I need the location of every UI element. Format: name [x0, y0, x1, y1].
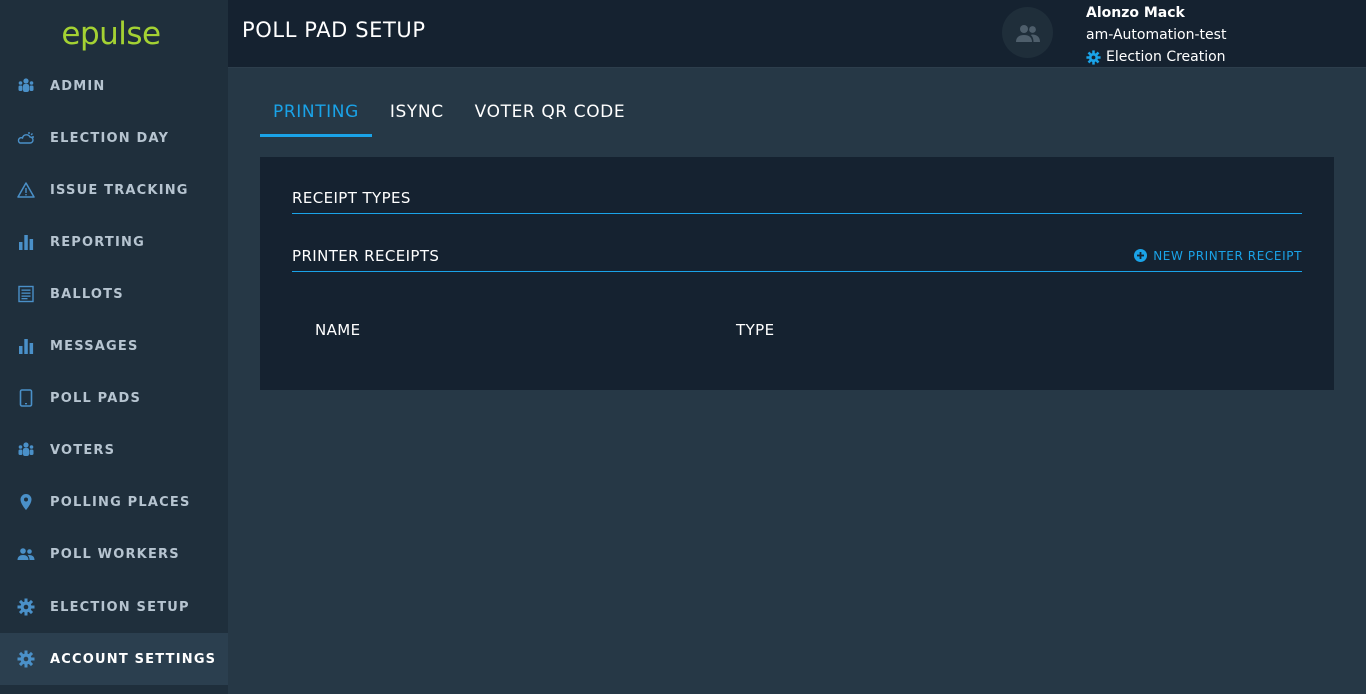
user-group-icon	[1015, 23, 1041, 43]
sidebar-item-poll-workers[interactable]: POLL WORKERS	[0, 528, 228, 580]
warning-icon	[17, 181, 35, 199]
user-role: Election Creation	[1086, 46, 1226, 68]
sidebar-item-issue-tracking[interactable]: ISSUE TRACKING	[0, 164, 228, 216]
people-icon	[17, 545, 35, 563]
sidebar-item-election-day[interactable]: ELECTION DAY	[0, 112, 228, 164]
sidebar-item-label: REPORTING	[50, 234, 145, 250]
gear-icon	[1086, 49, 1101, 65]
user-info[interactable]: Alonzo Mack am-Automation-test Election …	[1086, 2, 1226, 68]
top-header: POLL PAD SETUP Alonzo Mack am-Automation…	[228, 0, 1366, 68]
sidebar-item-label: ELECTION SETUP	[50, 599, 190, 615]
gear-icon	[17, 650, 35, 668]
map-pin-icon	[17, 493, 35, 511]
sidebar-item-label: ISSUE TRACKING	[50, 182, 189, 198]
sidebar-item-reporting[interactable]: REPORTING	[0, 216, 228, 268]
sidebar-item-label: ACCOUNT SETTINGS	[50, 651, 217, 667]
section-title: RECEIPT TYPES	[292, 188, 411, 207]
new-printer-receipt-label: NEW PRINTER RECEIPT	[1153, 248, 1302, 263]
sidebar-item-label: VOTERS	[50, 442, 116, 458]
new-printer-receipt-button[interactable]: NEW PRINTER RECEIPT	[1134, 249, 1302, 263]
user-role-label: Election Creation	[1106, 49, 1226, 65]
gear-icon	[17, 598, 35, 616]
tab-isync[interactable]: ISYNC	[377, 90, 457, 137]
users-icon	[17, 441, 35, 459]
sidebar-item-label: POLL PADS	[50, 390, 142, 406]
column-header-name[interactable]: NAME	[315, 321, 361, 339]
sidebar-item-account-settings[interactable]: ACCOUNT SETTINGS	[0, 633, 228, 685]
section-title: PRINTER RECEIPTS	[292, 246, 440, 265]
printer-receipts-section: PRINTER RECEIPTS NEW PRINTER RECEIPT	[292, 240, 1302, 272]
sidebar-item-election-setup[interactable]: ELECTION SETUP	[0, 581, 228, 633]
sidebar-item-label: ADMIN	[50, 78, 106, 94]
users-icon	[17, 77, 35, 95]
sidebar-item-messages[interactable]: MESSAGES	[0, 320, 228, 372]
sidebar-item-label: POLL WORKERS	[50, 546, 180, 562]
user-name: Alonzo Mack	[1086, 5, 1185, 21]
tablet-icon	[17, 389, 35, 407]
page-title: POLL PAD SETUP	[242, 18, 426, 42]
sidebar-item-voters[interactable]: VOTERS	[0, 424, 228, 476]
sidebar-item-label: MESSAGES	[50, 338, 139, 354]
sidebar-item-poll-pads[interactable]: POLL PADS	[0, 372, 228, 424]
sidebar: epulse ADMIN ELECTION DAY ISSUE TRACKING	[0, 0, 228, 694]
bar-chart-icon	[17, 337, 35, 355]
printing-panel: RECEIPT TYPES PRINTER RECEIPTS NEW PRINT…	[260, 157, 1334, 390]
tab-bar: PRINTING ISYNC VOTER QR CODE	[260, 90, 638, 137]
user-org: am-Automation-test	[1086, 27, 1227, 43]
avatar[interactable]	[1002, 7, 1053, 58]
sidebar-item-label: BALLOTS	[50, 286, 124, 302]
sidebar-item-ballots[interactable]: BALLOTS	[0, 268, 228, 320]
logo-text: epulse	[61, 16, 161, 52]
bar-chart-icon	[17, 233, 35, 251]
app: epulse ADMIN ELECTION DAY ISSUE TRACKING	[0, 0, 1366, 694]
receipt-types-section: RECEIPT TYPES	[292, 182, 1302, 214]
column-header-type[interactable]: TYPE	[736, 321, 774, 339]
sidebar-item-polling-places[interactable]: POLLING PLACES	[0, 476, 228, 528]
sidebar-item-label: ELECTION DAY	[50, 130, 170, 146]
tab-printing[interactable]: PRINTING	[260, 90, 372, 137]
sidebar-item-label: POLLING PLACES	[50, 494, 191, 510]
ballot-icon	[17, 285, 35, 303]
epulse-logo[interactable]: epulse	[0, 0, 228, 68]
plus-circle-icon	[1134, 249, 1148, 262]
weather-icon	[17, 129, 35, 147]
sidebar-item-admin[interactable]: ADMIN	[0, 60, 228, 112]
tab-voter-qr-code[interactable]: VOTER QR CODE	[462, 90, 639, 137]
